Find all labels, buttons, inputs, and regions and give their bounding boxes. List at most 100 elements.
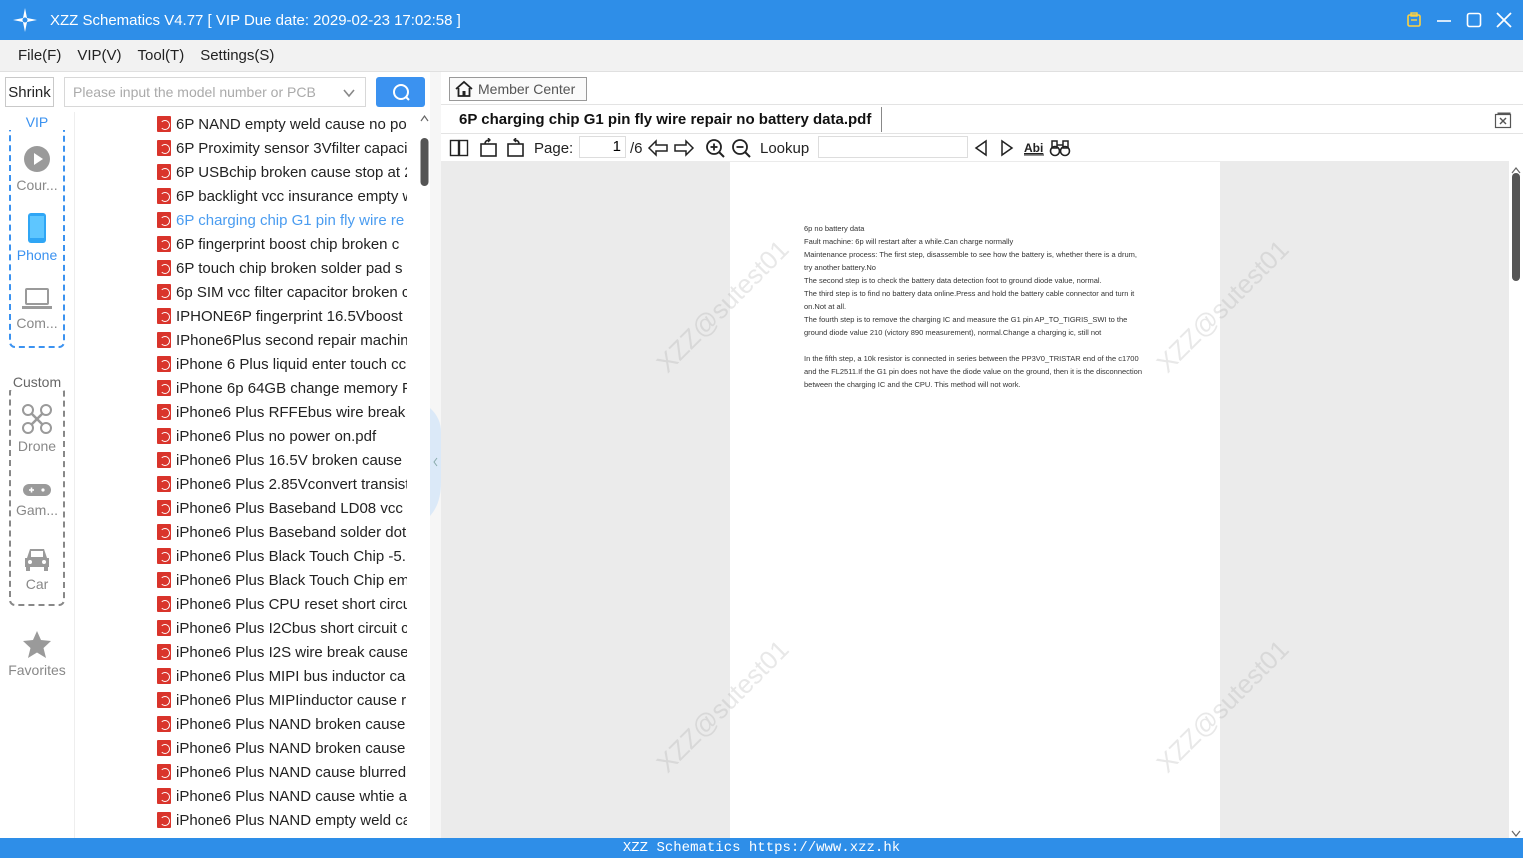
page-number-input[interactable]: 1 xyxy=(579,136,626,158)
file-list-item[interactable]: 6P charging chip G1 pin fly wire re xyxy=(157,208,407,232)
nav-car[interactable]: Car xyxy=(0,546,74,592)
file-name: IPhone6Plus second repair machin xyxy=(176,331,407,349)
find-prev-icon[interactable] xyxy=(973,137,989,159)
file-name: 6P NAND empty weld cause no po xyxy=(176,115,407,133)
nav-label: Phone xyxy=(16,247,58,263)
match-case-icon[interactable]: Abi xyxy=(1023,137,1045,159)
nav-drone[interactable]: Drone xyxy=(0,404,74,454)
file-list-item[interactable]: 6P backlight vcc insurance empty w xyxy=(157,184,407,208)
file-list-item[interactable]: iPhone6 Plus 2.85Vconvert transist xyxy=(157,472,407,496)
file-list-item[interactable]: iPhone6 Plus 16.5V broken cause r xyxy=(157,448,407,472)
pdf-file-icon xyxy=(157,644,171,660)
binoculars-icon[interactable] xyxy=(1049,137,1071,159)
file-list-item[interactable]: iPhone 6p 64GB change memory F xyxy=(157,376,407,400)
document-scrollbar[interactable] xyxy=(1509,161,1523,838)
maximize-button[interactable] xyxy=(1465,11,1483,29)
file-list-item[interactable]: iPhone6 Plus NAND empty weld ca xyxy=(157,808,407,832)
menu-settings[interactable]: Settings(S) xyxy=(200,47,274,64)
file-list-item[interactable]: IPHONE6P fingerprint 16.5Vboost c xyxy=(157,304,407,328)
file-list-item[interactable]: iPhone6 Plus I2S wire break cause xyxy=(157,640,407,664)
rotate-left-icon[interactable] xyxy=(479,137,499,159)
search-placeholder: Please input the model number or PCB xyxy=(73,84,316,100)
lookup-input[interactable] xyxy=(818,136,968,158)
chevron-down-icon[interactable] xyxy=(343,86,355,102)
pdf-file-icon xyxy=(157,620,171,636)
search-bar: Shrink Please input the model number or … xyxy=(0,72,440,112)
file-list-item[interactable]: 6P NAND empty weld cause no po xyxy=(157,112,407,136)
shrink-button[interactable]: Shrink xyxy=(5,77,54,107)
close-tab-icon[interactable] xyxy=(1493,110,1513,130)
file-name: iPhone6 Plus no power on.pdf xyxy=(176,427,377,445)
file-name: iPhone 6p 64GB change memory F xyxy=(176,379,407,397)
file-list-item[interactable]: iPhone6 Plus CPU reset short circu xyxy=(157,592,407,616)
nav-computer[interactable]: Com... xyxy=(0,287,74,331)
file-name: iPhone6 Plus NAND broken cause xyxy=(176,715,406,733)
rotate-right-icon[interactable] xyxy=(505,137,525,159)
file-list-item[interactable]: iPhone6 Plus NAND cause blurred xyxy=(157,760,407,784)
nav-phone[interactable]: Phone xyxy=(0,213,74,263)
file-name: iPhone6 Plus I2S wire break cause xyxy=(176,643,407,661)
file-name: iPhone6 Plus 2.85Vconvert transist xyxy=(176,475,407,493)
file-list-item[interactable]: iPhone6 Plus MIPI bus inductor ca xyxy=(157,664,407,688)
document-viewport[interactable]: 6p no battery data Fault machine: 6p wil… xyxy=(441,161,1509,838)
file-list-item[interactable]: iPhone6 Plus RFFEbus wire break xyxy=(157,400,407,424)
search-input[interactable]: Please input the model number or PCB xyxy=(64,77,366,107)
next-page-icon[interactable] xyxy=(673,137,695,159)
panel-splitter[interactable] xyxy=(430,72,441,838)
menu-vip[interactable]: VIP(V) xyxy=(77,47,121,64)
file-list-item[interactable]: iPhone6 Plus I2Cbus short circuit c xyxy=(157,616,407,640)
nav-label: Favorites xyxy=(8,662,66,678)
document-tabs: 6P charging chip G1 pin fly wire repair … xyxy=(441,105,1523,134)
file-list-item[interactable]: iPhone 6 Plus liquid enter touch cc xyxy=(157,352,407,376)
file-list-item[interactable]: iPhone6 Plus MIPIinductor cause r xyxy=(157,688,407,712)
lookup-label: Lookup xyxy=(760,139,810,157)
file-list-item[interactable]: 6p SIM vcc filter capacitor broken c xyxy=(157,280,407,304)
close-button[interactable] xyxy=(1495,11,1513,29)
pdf-file-icon xyxy=(157,692,171,708)
file-name: 6P USBchip broken cause stop at 2 xyxy=(176,163,407,181)
search-button[interactable] xyxy=(376,77,425,107)
home-icon xyxy=(455,80,473,97)
file-list-item[interactable]: iPhone6 Plus Baseband solder dot xyxy=(157,520,407,544)
file-name: iPhone6 Plus Black Touch Chip -5. xyxy=(176,547,406,565)
file-list-item[interactable]: 6P fingerprint boost chip broken c xyxy=(157,232,407,256)
nav-courses[interactable]: Cour... xyxy=(0,145,74,193)
doc-line: Fault machine: 6p will restart after a w… xyxy=(804,237,1014,246)
phone-icon xyxy=(28,213,46,243)
find-next-icon[interactable] xyxy=(999,137,1015,159)
doc-line: Maintenance process: The first step, dis… xyxy=(804,250,1137,272)
nav-game[interactable]: Gam... xyxy=(0,482,74,518)
menu-file[interactable]: File(F) xyxy=(18,47,61,64)
drone-icon xyxy=(22,404,52,434)
minimize-button[interactable] xyxy=(1435,11,1453,29)
file-name: iPhone6 Plus NAND cause blurred xyxy=(176,763,407,781)
file-list-item[interactable]: iPhone6 Plus Black Touch Chip -5. xyxy=(157,544,407,568)
zoom-in-icon[interactable] xyxy=(705,137,725,159)
menu-tool[interactable]: Tool(T) xyxy=(138,47,185,64)
file-name: IPHONE6P fingerprint 16.5Vboost c xyxy=(176,307,407,325)
file-list-item[interactable]: iPhone6 Plus no power on.pdf xyxy=(157,424,407,448)
tab-document[interactable]: 6P charging chip G1 pin fly wire repair … xyxy=(449,107,883,132)
member-center-button[interactable]: Member Center xyxy=(449,77,587,101)
star-icon xyxy=(23,631,51,658)
file-list-item[interactable]: iPhone6 Plus NAND cause whtie a xyxy=(157,784,407,808)
file-list-item[interactable]: 6P touch chip broken solder pad s xyxy=(157,256,407,280)
pdf-file-icon xyxy=(157,788,171,804)
file-list-item[interactable]: iPhone6 Plus NAND broken cause xyxy=(157,736,407,760)
file-list-item[interactable]: 6P Proximity sensor 3Vfilter capaci xyxy=(157,136,407,160)
file-list-item[interactable]: 6P USBchip broken cause stop at 2 xyxy=(157,160,407,184)
nav-favorites[interactable]: Favorites xyxy=(0,630,74,678)
app-logo-icon xyxy=(12,7,38,33)
file-list-item[interactable]: iPhone6 Plus NAND broken cause xyxy=(157,712,407,736)
clipboard-icon[interactable] xyxy=(1405,11,1423,29)
file-list-item[interactable]: iPhone6 Plus Black Touch Chip em xyxy=(157,568,407,592)
file-list-item[interactable]: IPhone6Plus second repair machin xyxy=(157,328,407,352)
two-page-icon[interactable] xyxy=(449,137,469,159)
zoom-out-icon[interactable] xyxy=(731,137,751,159)
prev-page-icon[interactable] xyxy=(647,137,669,159)
pdf-file-icon xyxy=(157,332,171,348)
file-list-scrollbar[interactable] xyxy=(419,112,430,838)
file-name: iPhone6 Plus MIPIinductor cause r xyxy=(176,691,407,709)
file-name: 6P touch chip broken solder pad s xyxy=(176,259,403,277)
file-list-item[interactable]: iPhone6 Plus Baseband LD08 vcc s xyxy=(157,496,407,520)
